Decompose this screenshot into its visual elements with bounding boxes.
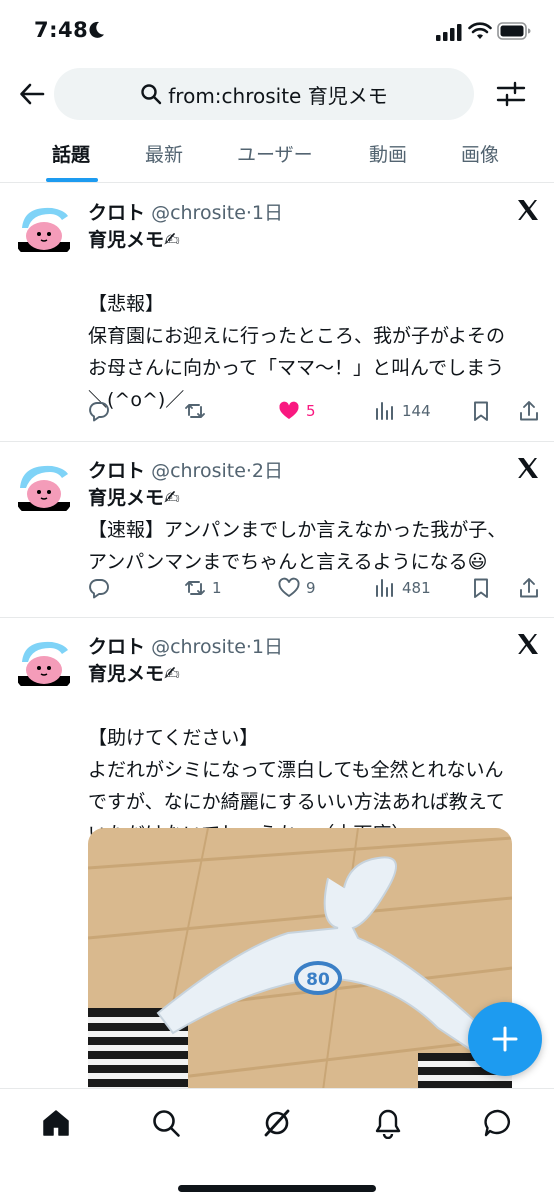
share-button[interactable] xyxy=(518,396,540,426)
tweet[interactable]: クロト @chrosite·2日 育児メモ✍ 【速報】アンパンまでしか言えなかっ… xyxy=(0,442,554,618)
author-handle-time: @chrosite·1日 xyxy=(151,636,284,658)
views-icon xyxy=(376,402,393,420)
tweet-line: 育児メモ✍ xyxy=(88,663,180,685)
tweet-line: 【助けてください】 xyxy=(88,727,259,749)
tweet-line: 【速報】アンパンまでしか言えなかった我が子、 xyxy=(88,519,507,541)
views-count: 144 xyxy=(402,402,431,420)
share-icon xyxy=(520,578,538,598)
reply-button[interactable] xyxy=(88,396,116,426)
nav-search[interactable] xyxy=(150,1107,182,1139)
like-button[interactable]: 5 xyxy=(278,396,316,426)
nav-grok[interactable] xyxy=(261,1107,293,1139)
grok-icon xyxy=(264,1109,290,1137)
views-button[interactable]: 144 xyxy=(374,396,431,426)
avatar[interactable] xyxy=(12,198,76,262)
like-count: 9 xyxy=(306,579,316,597)
x-logo-icon xyxy=(518,200,538,220)
tweet-line xyxy=(88,690,538,722)
tweet-line: 保育園にお迎えに行ったところ、我が子がよその xyxy=(88,325,506,347)
views-button[interactable]: 481 xyxy=(374,573,431,603)
tweet-actions: 1 9 481 xyxy=(0,573,554,603)
tweet-line: ですが、なにか綺麗にするいい方法あれば教えて xyxy=(88,791,505,813)
tweet-text: 育児メモ✍ 【速報】アンパンまでしか言えなかった我が子、 アンパンマンまでちゃん… xyxy=(88,482,538,578)
tweet[interactable]: クロト @chrosite·1日 育児メモ✍ 【助けてください】 よだれがシミに… xyxy=(0,618,554,1128)
avatar[interactable] xyxy=(12,632,76,696)
tweet-line: 育児メモ✍ xyxy=(88,487,180,509)
author-name[interactable]: クロト xyxy=(88,636,145,658)
tweet-text: 育児メモ✍ 【悲報】 保育園にお迎えに行ったところ、我が子がよその お母さんに向… xyxy=(88,224,538,416)
nav-notifications[interactable] xyxy=(372,1107,404,1140)
author-name[interactable]: クロト xyxy=(88,202,145,224)
search-query: from:chrosite 育児メモ xyxy=(168,83,388,108)
bell-icon xyxy=(375,1109,401,1140)
search-icon xyxy=(141,84,162,105)
bookmark-icon xyxy=(474,578,488,598)
retweet-count: 1 xyxy=(212,579,222,597)
avatar[interactable] xyxy=(12,456,76,520)
author-name[interactable]: クロト xyxy=(88,460,145,482)
tweet-line: お母さんに向かって「ママ〜！」と叫んでしまう xyxy=(88,357,505,379)
share-icon xyxy=(520,401,538,421)
views-icon xyxy=(376,579,393,597)
bookmark-button[interactable] xyxy=(470,396,492,426)
retweet-button[interactable]: 1 xyxy=(184,573,222,603)
search-tabs: 話題 最新 ユーザー 動画 画像 xyxy=(0,126,554,183)
views-count: 481 xyxy=(402,579,431,597)
reply-icon xyxy=(89,402,109,422)
reply-icon xyxy=(89,579,109,599)
bottom-nav xyxy=(0,1088,554,1200)
heart-icon xyxy=(279,401,299,419)
status-bar: 7:48 xyxy=(0,0,554,66)
author-handle-time: @chrosite·2日 xyxy=(151,460,284,482)
search-input[interactable]: from:chrosite 育児メモ xyxy=(54,68,474,120)
nav-messages[interactable] xyxy=(482,1107,514,1139)
wifi-icon xyxy=(468,22,492,39)
tab-top[interactable]: 話題 xyxy=(52,140,90,167)
share-button[interactable] xyxy=(518,573,540,603)
home-icon xyxy=(43,1110,69,1136)
tweet-text: 育児メモ✍ 【助けてください】 よだれがシミになって漂白しても全然とれないん で… xyxy=(88,658,538,850)
battery-icon xyxy=(497,22,531,40)
retweet-button[interactable] xyxy=(184,396,212,426)
search-icon xyxy=(153,1110,180,1137)
size-tag-label: 80 xyxy=(306,970,330,990)
tweet-header: クロト @chrosite·1日 xyxy=(88,198,283,225)
home-indicator xyxy=(178,1185,376,1192)
author-handle-time: @chrosite·1日 xyxy=(151,202,284,224)
nav-home[interactable] xyxy=(40,1107,72,1139)
x-logo-icon xyxy=(518,634,538,654)
status-time: 7:48 xyxy=(34,18,89,42)
back-arrow-icon[interactable] xyxy=(18,80,46,108)
tweet-line: よだれがシミになって漂白しても全然とれないん xyxy=(88,759,504,781)
active-tab-indicator xyxy=(46,178,98,182)
reply-button[interactable] xyxy=(88,573,116,603)
plus-icon xyxy=(492,1026,518,1052)
tweet-actions: 5 144 xyxy=(0,396,554,426)
tab-images[interactable]: 画像 xyxy=(461,140,499,167)
retweet-icon xyxy=(185,404,205,418)
tweet-media-image[interactable]: 80 xyxy=(88,828,512,1128)
filter-icon[interactable] xyxy=(496,80,526,108)
retweet-icon xyxy=(185,581,205,595)
tweet-line: 育児メモ✍ xyxy=(88,229,180,251)
tweet-header: クロト @chrosite·1日 xyxy=(88,632,283,659)
signal-icon xyxy=(436,24,462,41)
moon-icon xyxy=(89,21,104,38)
bookmark-button[interactable] xyxy=(470,573,492,603)
tweet-line: 【悲報】 xyxy=(88,293,165,315)
tab-videos[interactable]: 動画 xyxy=(369,140,407,167)
tweet[interactable]: クロト @chrosite·1日 育児メモ✍ 【悲報】 保育園にお迎えに行ったと… xyxy=(0,184,554,442)
like-count: 5 xyxy=(306,402,316,420)
tab-latest[interactable]: 最新 xyxy=(145,140,183,167)
messages-icon xyxy=(484,1109,510,1137)
bookmark-icon xyxy=(474,401,488,421)
x-logo-icon xyxy=(518,458,538,478)
compose-button[interactable] xyxy=(468,1002,542,1076)
heart-icon xyxy=(278,577,300,598)
tweet-line xyxy=(88,256,538,288)
like-button[interactable]: 9 xyxy=(278,573,316,603)
tab-people[interactable]: ユーザー xyxy=(237,140,313,167)
tweet-header: クロト @chrosite·2日 xyxy=(88,456,283,483)
